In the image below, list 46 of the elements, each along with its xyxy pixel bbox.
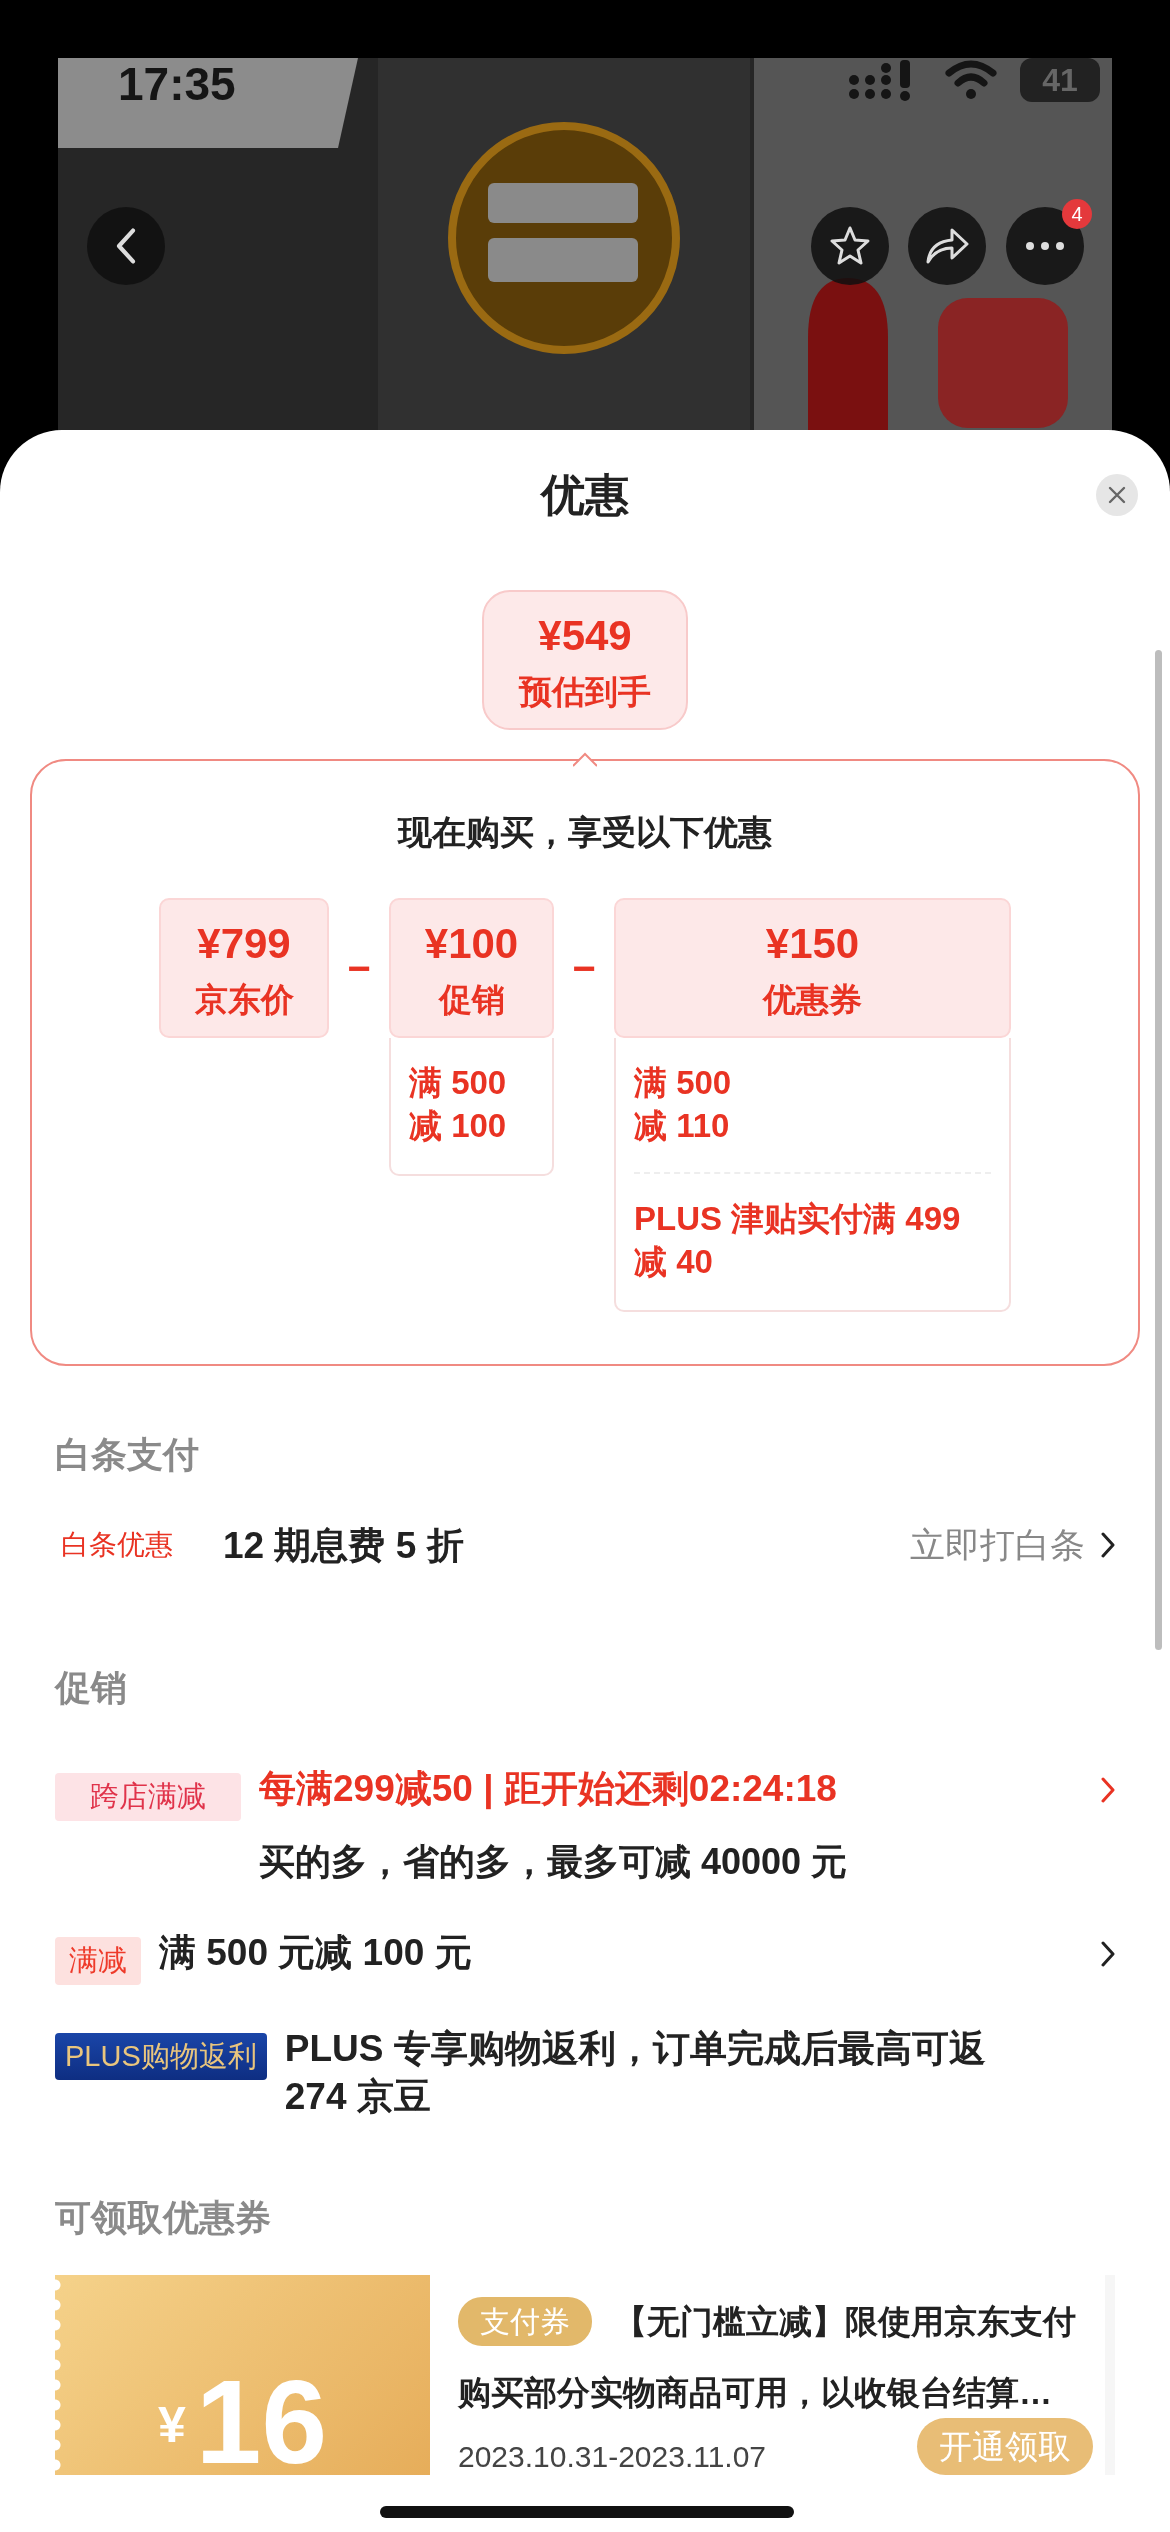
chevron-icon — [1101, 1941, 1115, 1968]
section-heading: 促销 — [55, 1666, 128, 1711]
currency-symbol: ¥ — [157, 2395, 186, 2455]
section-heading: 白条支付 — [55, 1432, 200, 1477]
chevron-icon — [1101, 1777, 1115, 1804]
condition-text: 满 500 减 100 — [409, 1063, 508, 1146]
sheet-title: 优惠 — [541, 469, 629, 521]
condition-text: PLUS 津贴实付满 499 减 40 — [634, 1198, 962, 1282]
installment-offer: 12 期息费 5 折 — [223, 1523, 464, 1568]
clock: 17:35 — [118, 57, 236, 112]
coupon-validity: 2023.10.31-2023.11.07 — [458, 2439, 767, 2476]
price-label: 优惠券 — [763, 979, 862, 1020]
promo-tag: 白条优惠 — [61, 1524, 223, 1567]
price-amount: ¥100 — [424, 918, 519, 969]
price-label: 促销 — [438, 979, 505, 1020]
promo-tag: 跨店满减 — [55, 1773, 241, 1821]
baitiao-link[interactable]: 立即打白条 — [910, 1519, 1115, 1572]
wifi-icon — [944, 59, 998, 101]
breakdown-heading: 现在购买，享受以下优惠 — [396, 812, 773, 853]
coupon-amount: 16 — [195, 2362, 328, 2481]
price-amount: ¥150 — [765, 918, 860, 969]
coupon-title: 【无门槛立减】限使用京东支付 — [614, 2301, 1076, 2342]
close-button[interactable] — [1096, 474, 1138, 516]
section-heading: 可领取优惠券 — [55, 2195, 272, 2240]
promo-tag: 满减 — [55, 1937, 141, 1985]
price-label: 京东价 — [194, 979, 294, 1020]
promo-description: 买的多，省的多，最多可减 40000 元 — [259, 1840, 849, 1885]
promo-title: 满 500 元减 100 元 — [159, 1931, 473, 1976]
estimated-price-label: 预估到手 — [519, 671, 651, 712]
condition-text: 满 500 减 110 — [634, 1063, 733, 1146]
minus-sign: − — [571, 945, 597, 992]
battery-indicator: 41 — [1020, 58, 1100, 102]
more-icon — [1025, 241, 1065, 251]
promo-detail-button[interactable] — [1101, 1941, 1115, 1968]
chevron-icon — [1101, 1532, 1115, 1559]
price-amount: ¥799 — [197, 918, 291, 969]
coupon-description: 购买部分实物商品可用，以收银台结算… — [458, 2373, 1053, 2414]
share-icon — [924, 226, 970, 266]
back-icon — [116, 227, 136, 265]
estimated-price: ¥549 — [538, 610, 632, 661]
promo-title: PLUS 专享购物返利，订单完成后最高可返 274 京豆 — [284, 2026, 987, 2119]
coupon-tag: 支付券 — [458, 2297, 592, 2347]
minus-sign: − — [346, 945, 372, 992]
plus-tag: PLUS购物返利 — [55, 2032, 267, 2081]
promo-title: 每满299减50 | 距开始还剩02:24:18 — [259, 1767, 838, 1812]
close-icon — [1108, 486, 1126, 504]
